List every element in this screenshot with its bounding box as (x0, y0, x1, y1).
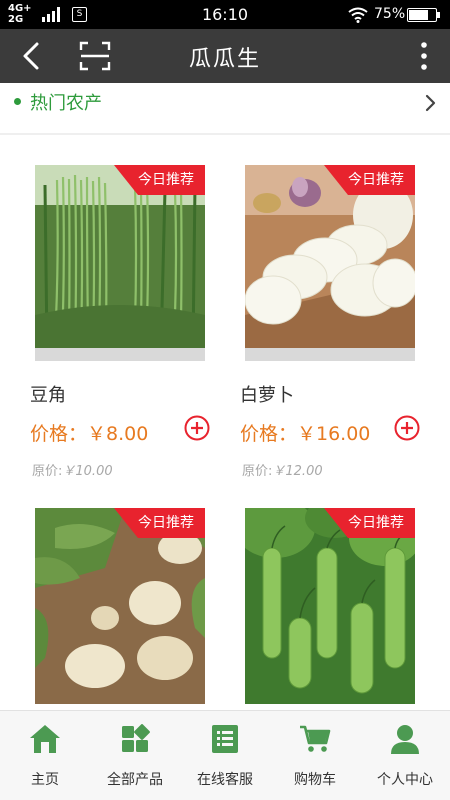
original-price-value: ￥12.00 (272, 464, 323, 479)
original-price: 原价:￥10.00 (32, 460, 113, 479)
tab-label: 个人中心 (377, 772, 433, 788)
tab-all-products[interactable]: 全部产品 (90, 711, 180, 800)
home-icon (30, 725, 60, 753)
tab-label: 在线客服 (197, 772, 253, 788)
scan-icon[interactable] (78, 39, 112, 73)
tab-profile[interactable]: 个人中心 (360, 711, 450, 800)
battery-fill (409, 10, 428, 20)
battery-tip (437, 12, 440, 18)
app-header: 瓜瓜生 (0, 29, 450, 83)
add-to-cart-icon[interactable] (184, 415, 210, 441)
original-price: 原价:￥12.00 (242, 460, 323, 479)
product-image-white-radish[interactable]: 今日推荐 (245, 165, 415, 361)
section-divider (0, 133, 450, 135)
tab-label: 全部产品 (107, 772, 163, 788)
tab-label: 主页 (31, 772, 59, 788)
bottom-tab-bar: 主页 全部产品 在线客服 购物车 个人中心 (0, 710, 450, 800)
tab-label: 购物车 (294, 772, 336, 788)
user-icon (391, 725, 419, 754)
battery-icon (407, 8, 437, 22)
wifi-icon (348, 7, 368, 23)
tab-home[interactable]: 主页 (0, 711, 90, 800)
list-icon (212, 725, 238, 753)
product-card[interactable]: 今日推荐 白萝卜 价格：￥16.00 原价:￥12.00 (240, 165, 430, 485)
page-title: 瓜瓜生 (188, 47, 261, 72)
product-price: 价格：￥8.00 (30, 423, 149, 445)
add-to-cart-icon[interactable] (394, 415, 420, 441)
tab-online-service[interactable]: 在线客服 (180, 711, 270, 800)
original-price-label: 原价: (32, 464, 63, 479)
product-name[interactable]: 白萝卜 (240, 381, 294, 407)
chevron-right-icon[interactable] (420, 91, 440, 115)
original-price-label: 原价: (242, 464, 273, 479)
grid-icon (122, 724, 150, 752)
product-name[interactable]: 豆角 (30, 381, 66, 407)
product-card[interactable]: 今日推荐 (240, 508, 430, 708)
status-bar: 4G+ 2G S 16:10 75% (0, 0, 450, 29)
tab-cart[interactable]: 购物车 (270, 711, 360, 800)
section-bullet (14, 98, 21, 105)
product-card[interactable]: 今日推荐 (30, 508, 220, 708)
section-header-hot-produce[interactable]: 热门农产 (0, 83, 450, 133)
battery-percent: 75% (374, 6, 406, 22)
section-title: 热门农产 (30, 93, 102, 114)
chevron-left-icon[interactable] (14, 39, 50, 73)
product-price: 价格：￥16.00 (240, 423, 371, 445)
original-price-value: ￥10.00 (62, 464, 113, 479)
product-image-potatoes[interactable]: 今日推荐 (35, 508, 205, 704)
more-vertical-icon[interactable] (410, 41, 438, 73)
cart-icon (300, 725, 331, 752)
product-image-green-beans[interactable]: 今日推荐 (35, 165, 205, 361)
product-image-cucumbers[interactable]: 今日推荐 (245, 508, 415, 704)
product-card[interactable]: 今日推荐 豆角 价格：￥8.00 原价:￥10.00 (30, 165, 220, 485)
